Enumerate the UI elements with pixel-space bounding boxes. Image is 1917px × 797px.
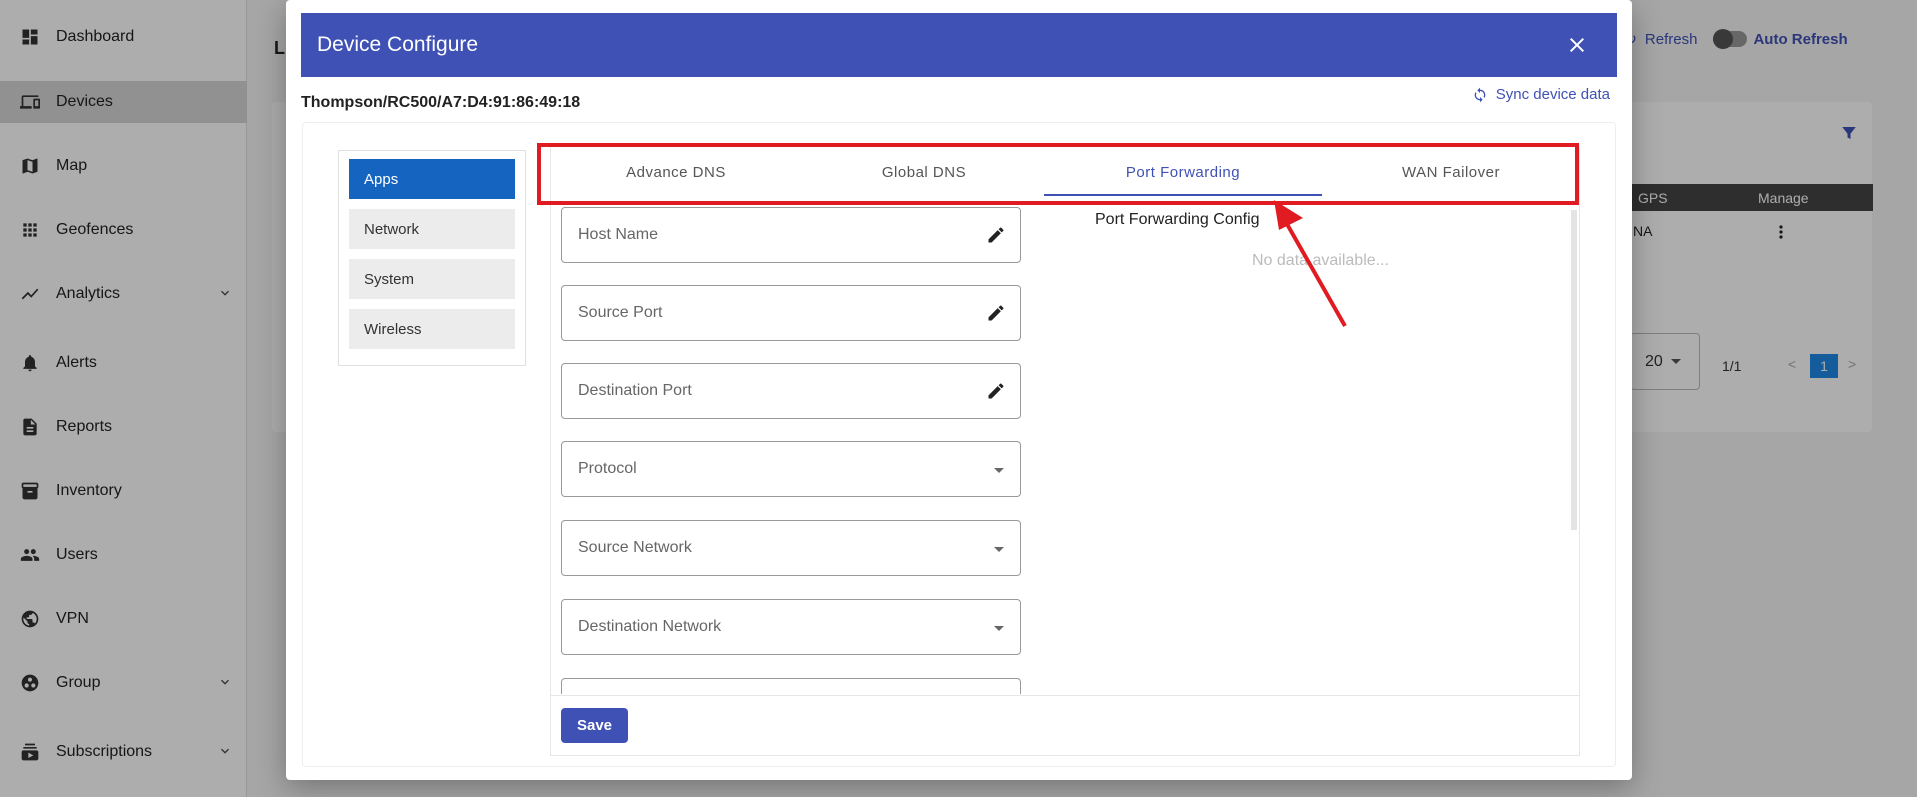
caret-down-icon — [994, 626, 1004, 631]
close-icon[interactable] — [1565, 33, 1589, 57]
caret-down-icon — [994, 468, 1004, 473]
config-category-menu: Apps Network System Wireless — [338, 150, 526, 366]
source-port-field[interactable]: Source Port — [561, 285, 1021, 341]
protocol-placeholder: Protocol — [578, 460, 637, 477]
protocol-select[interactable]: Protocol — [561, 441, 1021, 497]
scrollbar[interactable] — [1571, 210, 1577, 530]
sync-device-data-button[interactable]: Sync device data — [1472, 86, 1610, 103]
destination-port-field[interactable]: Destination Port — [561, 363, 1021, 419]
device-configure-dialog: Device Configure Thompson/RC500/A7:D4:91… — [286, 0, 1632, 780]
edit-icon — [986, 381, 1006, 401]
caret-down-icon — [994, 547, 1004, 552]
menu-item-wireless[interactable]: Wireless — [349, 309, 515, 349]
footer-divider — [551, 695, 1579, 696]
source-network-placeholder: Source Network — [578, 539, 692, 556]
sync-label: Sync device data — [1495, 86, 1610, 103]
edit-icon — [986, 225, 1006, 245]
port-forwarding-config-title: Port Forwarding Config — [1095, 211, 1260, 228]
source-port-placeholder: Source Port — [578, 304, 663, 321]
no-data-message: No data available... — [1252, 252, 1389, 269]
destination-port-placeholder: Destination Port — [578, 382, 692, 399]
sync-icon — [1474, 87, 1486, 102]
host-name-placeholder: Host Name — [578, 226, 659, 243]
menu-item-network[interactable]: Network — [349, 209, 515, 249]
save-button[interactable]: Save — [561, 708, 628, 743]
menu-item-system[interactable]: System — [349, 259, 515, 299]
host-name-field[interactable]: Host Name — [561, 207, 1021, 263]
dialog-title: Device Configure — [317, 33, 479, 56]
edit-icon — [986, 303, 1006, 323]
destination-network-select[interactable]: Destination Network — [561, 599, 1021, 655]
tabs-highlight-box — [537, 143, 1579, 205]
menu-item-apps[interactable]: Apps — [349, 159, 515, 199]
source-network-select[interactable]: Source Network — [561, 520, 1021, 576]
device-identifier: Thompson/RC500/A7:D4:91:86:49:18 — [301, 94, 581, 111]
next-field-partial[interactable] — [561, 678, 1021, 694]
destination-network-placeholder: Destination Network — [578, 618, 722, 635]
dialog-header: Device Configure — [301, 13, 1617, 77]
